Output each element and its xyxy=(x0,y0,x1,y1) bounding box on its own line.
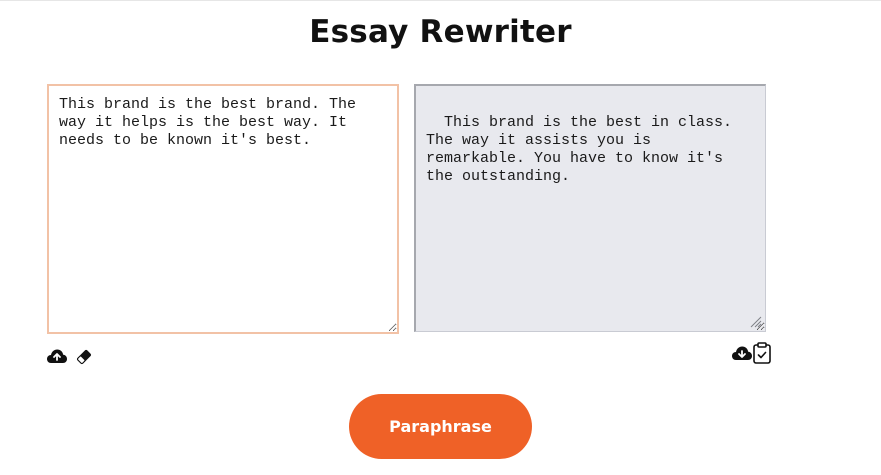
cloud-download-icon xyxy=(732,346,752,360)
download-button[interactable] xyxy=(731,342,753,364)
resize-grip-icon[interactable] xyxy=(750,316,762,328)
page-title: Essay Rewriter xyxy=(309,14,572,50)
copy-button[interactable] xyxy=(751,342,773,364)
clipboard-check-icon xyxy=(753,342,771,364)
input-textarea[interactable]: This brand is the best brand. The way it… xyxy=(47,84,399,334)
upload-button[interactable] xyxy=(46,345,68,367)
paraphrase-button[interactable]: Paraphrase xyxy=(349,394,532,459)
output-text: This brand is the best in class. The way… xyxy=(426,114,742,185)
output-textarea[interactable]: This brand is the best in class. The way… xyxy=(414,84,766,332)
eraser-icon xyxy=(77,350,91,364)
clear-button[interactable] xyxy=(73,346,95,368)
cloud-upload-icon xyxy=(47,349,67,363)
top-divider xyxy=(0,0,881,1)
